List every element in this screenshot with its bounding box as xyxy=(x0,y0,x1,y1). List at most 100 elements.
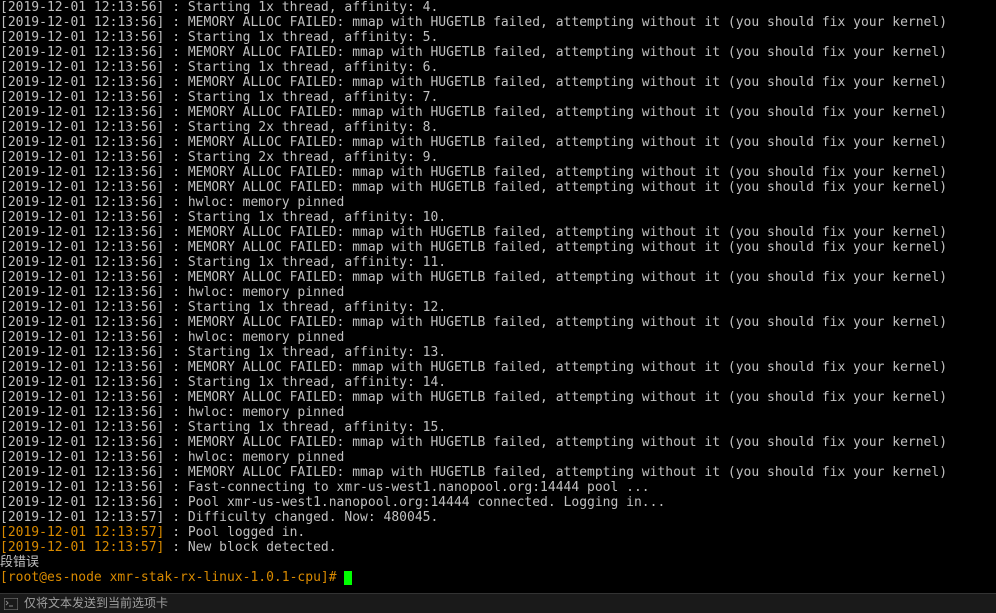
log-line: [2019-12-01 12:13:56] : MEMORY ALLOC FAI… xyxy=(0,435,996,450)
log-message: : hwloc: memory pinned xyxy=(164,285,344,300)
log-message: : MEMORY ALLOC FAILED: mmap with HUGETLB… xyxy=(164,165,947,180)
log-message: : Starting 1x thread, affinity: 15. xyxy=(164,420,446,435)
shell-prompt: [root@es-node xmr-stak-rx-linux-1.0.1-cp… xyxy=(0,570,344,585)
log-message: : Starting 1x thread, affinity: 4. xyxy=(164,0,438,15)
log-message: : Starting 2x thread, affinity: 8. xyxy=(164,120,438,135)
log-line: [2019-12-01 12:13:56] : MEMORY ALLOC FAI… xyxy=(0,270,996,285)
log-message: : MEMORY ALLOC FAILED: mmap with HUGETLB… xyxy=(164,225,947,240)
log-message: : Starting 1x thread, affinity: 12. xyxy=(164,300,446,315)
log-message: : Starting 1x thread, affinity: 7. xyxy=(164,90,438,105)
log-message: : MEMORY ALLOC FAILED: mmap with HUGETLB… xyxy=(164,360,947,375)
log-message: : MEMORY ALLOC FAILED: mmap with HUGETLB… xyxy=(164,135,947,150)
log-line: [2019-12-01 12:13:56] : MEMORY ALLOC FAI… xyxy=(0,45,996,60)
log-message: : MEMORY ALLOC FAILED: mmap with HUGETLB… xyxy=(164,180,947,195)
log-message: : MEMORY ALLOC FAILED: mmap with HUGETLB… xyxy=(164,270,947,285)
log-line: [2019-12-01 12:13:56] : Starting 1x thre… xyxy=(0,420,996,435)
log-message: : MEMORY ALLOC FAILED: mmap with HUGETLB… xyxy=(164,435,947,450)
log-message: : Starting 1x thread, affinity: 11. xyxy=(164,255,446,270)
log-message: : MEMORY ALLOC FAILED: mmap with HUGETLB… xyxy=(164,315,947,330)
log-timestamp: [2019-12-01 12:13:57] xyxy=(0,540,164,555)
log-timestamp: [2019-12-01 12:13:56] xyxy=(0,390,164,405)
log-timestamp: [2019-12-01 12:13:56] xyxy=(0,135,164,150)
log-timestamp: [2019-12-01 12:13:56] xyxy=(0,240,164,255)
log-timestamp: [2019-12-01 12:13:56] xyxy=(0,105,164,120)
log-message: : hwloc: memory pinned xyxy=(164,330,344,345)
log-timestamp: [2019-12-01 12:13:56] xyxy=(0,450,164,465)
log-message: : Pool logged in. xyxy=(164,525,305,540)
log-line: [2019-12-01 12:13:56] : MEMORY ALLOC FAI… xyxy=(0,240,996,255)
log-timestamp: [2019-12-01 12:13:56] xyxy=(0,45,164,60)
log-timestamp: [2019-12-01 12:13:56] xyxy=(0,315,164,330)
log-message: : Starting 1x thread, affinity: 13. xyxy=(164,345,446,360)
log-line: [2019-12-01 12:13:56] : Starting 2x thre… xyxy=(0,150,996,165)
log-message: : Starting 2x thread, affinity: 9. xyxy=(164,150,438,165)
log-line: [2019-12-01 12:13:56] : MEMORY ALLOC FAI… xyxy=(0,105,996,120)
log-timestamp: [2019-12-01 12:13:56] xyxy=(0,375,164,390)
log-message: : MEMORY ALLOC FAILED: mmap with HUGETLB… xyxy=(164,45,947,60)
log-message: : Starting 1x thread, affinity: 5. xyxy=(164,30,438,45)
log-timestamp: [2019-12-01 12:13:56] xyxy=(0,435,164,450)
log-line: [2019-12-01 12:13:56] : Starting 1x thre… xyxy=(0,90,996,105)
log-line: [2019-12-01 12:13:56] : hwloc: memory pi… xyxy=(0,285,996,300)
terminal-output[interactable]: [2019-12-01 12:13:56] : Starting 1x thre… xyxy=(0,0,996,593)
log-timestamp: [2019-12-01 12:13:56] xyxy=(0,15,164,30)
log-message: : Difficulty changed. Now: 480045. xyxy=(164,510,438,525)
statusbar-text: 仅将文本发送到当前选项卡 xyxy=(24,596,168,611)
log-line: [2019-12-01 12:13:57] : Pool logged in. xyxy=(0,525,996,540)
log-timestamp: [2019-12-01 12:13:56] xyxy=(0,420,164,435)
log-timestamp: [2019-12-01 12:13:57] xyxy=(0,525,164,540)
log-line: [2019-12-01 12:13:56] : MEMORY ALLOC FAI… xyxy=(0,180,996,195)
log-line: [2019-12-01 12:13:56] : Starting 1x thre… xyxy=(0,300,996,315)
log-timestamp: [2019-12-01 12:13:56] xyxy=(0,255,164,270)
log-line: [2019-12-01 12:13:56] : hwloc: memory pi… xyxy=(0,405,996,420)
log-timestamp: [2019-12-01 12:13:56] xyxy=(0,465,164,480)
log-line: [2019-12-01 12:13:57] : New block detect… xyxy=(0,540,996,555)
log-message: : MEMORY ALLOC FAILED: mmap with HUGETLB… xyxy=(164,105,947,120)
log-timestamp: [2019-12-01 12:13:56] xyxy=(0,300,164,315)
log-timestamp: [2019-12-01 12:13:56] xyxy=(0,285,164,300)
log-timestamp: [2019-12-01 12:13:56] xyxy=(0,270,164,285)
log-timestamp: [2019-12-01 12:13:57] xyxy=(0,510,164,525)
log-message: : hwloc: memory pinned xyxy=(164,450,344,465)
log-message: : MEMORY ALLOC FAILED: mmap with HUGETLB… xyxy=(164,390,947,405)
log-message: : Starting 1x thread, affinity: 6. xyxy=(164,60,438,75)
log-timestamp: [2019-12-01 12:13:56] xyxy=(0,405,164,420)
log-message: : hwloc: memory pinned xyxy=(164,195,344,210)
shell-prompt-line[interactable]: [root@es-node xmr-stak-rx-linux-1.0.1-cp… xyxy=(0,570,996,585)
log-timestamp: [2019-12-01 12:13:56] xyxy=(0,60,164,75)
log-timestamp: [2019-12-01 12:13:56] xyxy=(0,90,164,105)
log-timestamp: [2019-12-01 12:13:56] xyxy=(0,360,164,375)
log-message: : hwloc: memory pinned xyxy=(164,405,344,420)
log-line: [2019-12-01 12:13:56] : Starting 1x thre… xyxy=(0,60,996,75)
log-line: [2019-12-01 12:13:56] : Starting 1x thre… xyxy=(0,30,996,45)
log-line: [2019-12-01 12:13:56] : Starting 1x thre… xyxy=(0,375,996,390)
cursor xyxy=(344,571,352,585)
log-message: : MEMORY ALLOC FAILED: mmap with HUGETLB… xyxy=(164,240,947,255)
log-line: [2019-12-01 12:13:56] : MEMORY ALLOC FAI… xyxy=(0,15,996,30)
log-timestamp: [2019-12-01 12:13:56] xyxy=(0,495,164,510)
segfault-message: 段错误 xyxy=(0,555,996,570)
log-line: [2019-12-01 12:13:57] : Difficulty chang… xyxy=(0,510,996,525)
log-message: : MEMORY ALLOC FAILED: mmap with HUGETLB… xyxy=(164,15,947,30)
log-message: : Starting 1x thread, affinity: 14. xyxy=(164,375,446,390)
log-message: : New block detected. xyxy=(164,540,336,555)
log-line: [2019-12-01 12:13:56] : hwloc: memory pi… xyxy=(0,195,996,210)
log-line: [2019-12-01 12:13:56] : MEMORY ALLOC FAI… xyxy=(0,165,996,180)
log-timestamp: [2019-12-01 12:13:56] xyxy=(0,75,164,90)
log-line: [2019-12-01 12:13:56] : Starting 1x thre… xyxy=(0,255,996,270)
log-timestamp: [2019-12-01 12:13:56] xyxy=(0,180,164,195)
log-timestamp: [2019-12-01 12:13:56] xyxy=(0,210,164,225)
log-line: [2019-12-01 12:13:56] : Starting 1x thre… xyxy=(0,0,996,15)
terminal-icon xyxy=(4,598,18,610)
log-line: [2019-12-01 12:13:56] : MEMORY ALLOC FAI… xyxy=(0,360,996,375)
log-timestamp: [2019-12-01 12:13:56] xyxy=(0,120,164,135)
log-message: : Pool xmr-us-west1.nanopool.org:14444 c… xyxy=(164,495,665,510)
log-line: [2019-12-01 12:13:56] : MEMORY ALLOC FAI… xyxy=(0,390,996,405)
log-timestamp: [2019-12-01 12:13:56] xyxy=(0,225,164,240)
log-message: : MEMORY ALLOC FAILED: mmap with HUGETLB… xyxy=(164,465,947,480)
log-line: [2019-12-01 12:13:56] : Starting 1x thre… xyxy=(0,210,996,225)
log-line: [2019-12-01 12:13:56] : MEMORY ALLOC FAI… xyxy=(0,135,996,150)
log-line: [2019-12-01 12:13:56] : Starting 2x thre… xyxy=(0,120,996,135)
log-timestamp: [2019-12-01 12:13:56] xyxy=(0,150,164,165)
log-timestamp: [2019-12-01 12:13:56] xyxy=(0,30,164,45)
